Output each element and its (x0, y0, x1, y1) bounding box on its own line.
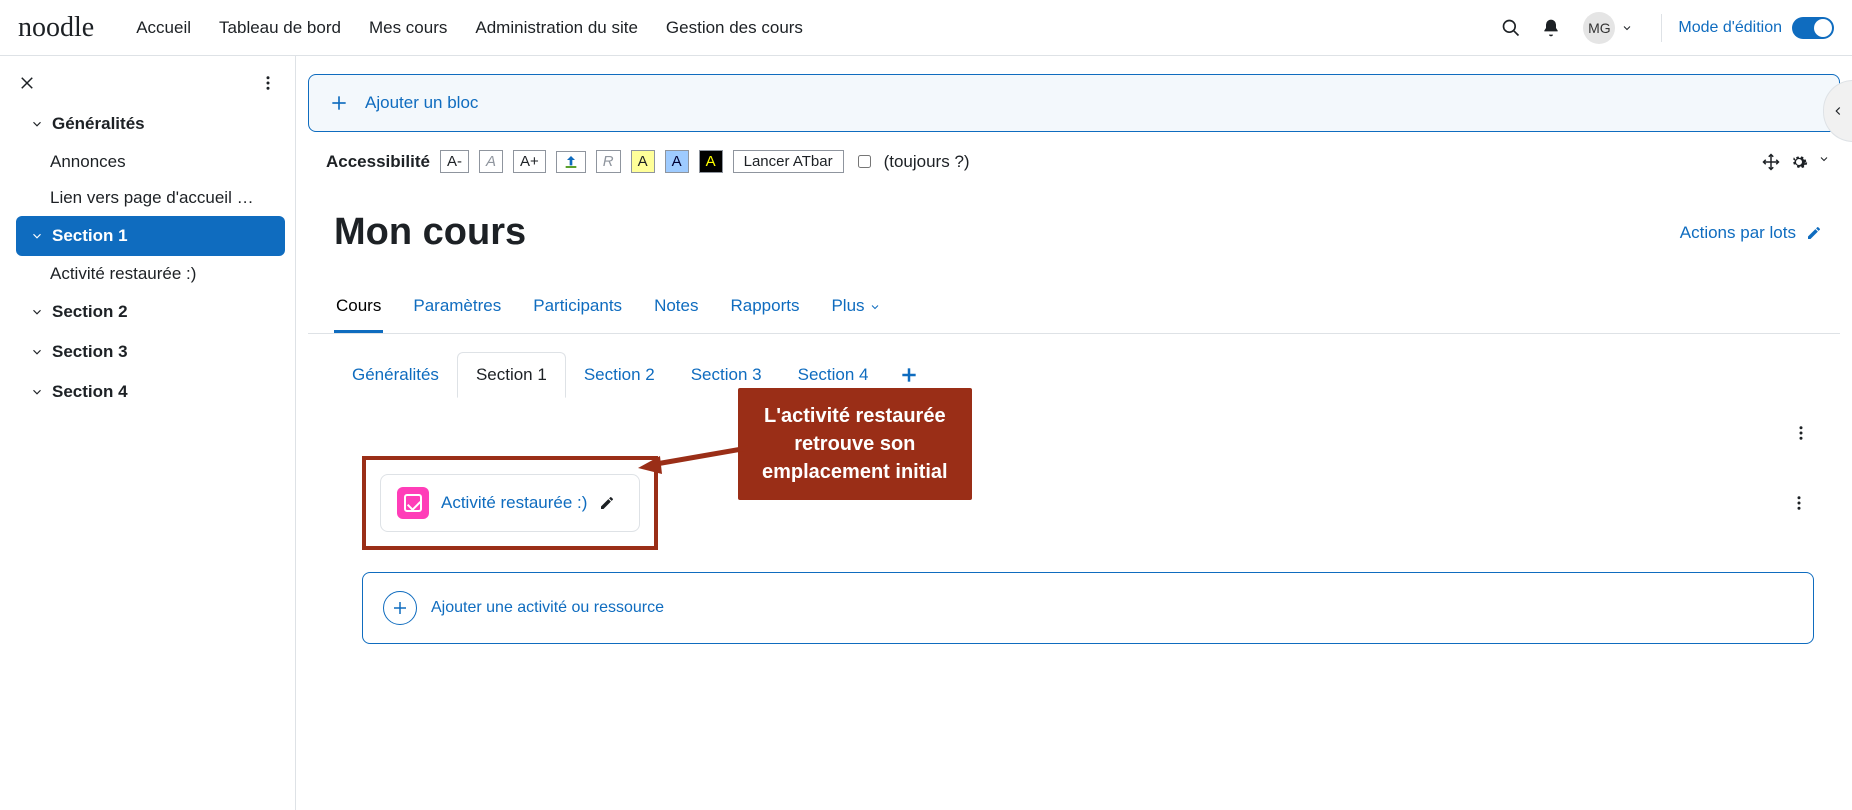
sidebar-item-annonces[interactable]: Annonces (16, 144, 276, 180)
plus-icon (899, 365, 919, 385)
page-title: Mon cours (334, 211, 526, 254)
sidebar-section-label: Section 4 (52, 382, 128, 402)
user-menu[interactable]: MG (1571, 12, 1645, 44)
kebab-icon[interactable] (1792, 424, 1810, 442)
scheme-black-button[interactable]: A (699, 150, 723, 173)
chevron-down-icon (1621, 22, 1633, 34)
atbar-always-checkbox[interactable] (858, 155, 871, 168)
tab-plus[interactable]: Plus (829, 282, 883, 333)
activity-row: Activité restaurée :) (362, 456, 1814, 550)
nav-gestion[interactable]: Gestion des cours (652, 18, 817, 38)
activity-type-icon (397, 487, 429, 519)
top-navbar: noodle Accueil Tableau de bord Mes cours… (0, 0, 1852, 56)
atbar-always-label: (toujours ?) (884, 152, 970, 172)
nav-accueil[interactable]: Accueil (122, 18, 205, 38)
tab-rapports[interactable]: Rapports (728, 282, 801, 333)
sidebar-item-lien[interactable]: Lien vers page d'accueil Moo… (16, 180, 276, 216)
accessibility-label: Accessibilité (326, 152, 430, 172)
bell-icon[interactable] (1531, 10, 1571, 46)
chevron-down-icon (30, 345, 44, 359)
nav-mescours[interactable]: Mes cours (355, 18, 461, 38)
kebab-icon[interactable] (259, 74, 277, 92)
sidebar-section-label: Section 2 (52, 302, 128, 322)
add-activity-label: Ajouter une activité ou ressource (431, 599, 664, 617)
chevron-down-icon (30, 229, 44, 243)
nav-admin[interactable]: Administration du site (461, 18, 652, 38)
annotation-line3: emplacement initial (762, 461, 948, 483)
sidebar-section-1[interactable]: Section 1 (16, 216, 285, 256)
font-reset-button[interactable]: A (479, 150, 503, 173)
font-decrease-button[interactable]: A- (440, 150, 469, 173)
section-tabs: Généralités Section 1 Section 2 Section … (308, 334, 1840, 398)
section-tab-generalites[interactable]: Généralités (334, 353, 457, 397)
gear-icon[interactable] (1790, 153, 1808, 171)
top-nav-links: Accueil Tableau de bord Mes cours Admini… (122, 18, 817, 38)
annotation-line1: L'activité restaurée (764, 405, 946, 427)
atbar-launch-button[interactable]: Lancer ATbar (733, 150, 844, 173)
bulk-actions-label: Actions par lots (1680, 223, 1796, 243)
close-drawer-icon[interactable] (18, 74, 36, 92)
course-nav-tabs: Cours Paramètres Participants Notes Rapp… (308, 282, 1840, 334)
font-increase-button[interactable]: A+ (513, 150, 546, 173)
tab-plus-label: Plus (831, 296, 864, 315)
accessibility-block: Accessibilité A- A A+ R A A A Lancer ATb… (326, 150, 1830, 173)
scheme-reset-button[interactable]: R (596, 150, 621, 173)
editmode-label: Mode d'édition (1678, 19, 1782, 37)
scheme-save-button[interactable] (556, 151, 586, 173)
add-activity-button[interactable]: Ajouter une activité ou ressource (362, 572, 1814, 644)
chevron-down-icon (30, 117, 44, 131)
tab-cours[interactable]: Cours (334, 282, 383, 333)
activity-link[interactable]: Activité restaurée :) (441, 493, 587, 513)
sidebar-section-2[interactable]: Section 2 (16, 292, 285, 332)
edit-mode-toggle[interactable]: Mode d'édition (1678, 17, 1834, 39)
sidebar-section-4[interactable]: Section 4 (16, 372, 285, 412)
logo[interactable]: noodle (18, 12, 94, 44)
annotation-highlight-box: Activité restaurée :) (362, 456, 658, 550)
search-icon[interactable] (1491, 10, 1531, 46)
chevron-down-icon (30, 305, 44, 319)
main-content: Ajouter un bloc Accessibilité A- A A+ R … (296, 56, 1852, 810)
section-tab-2[interactable]: Section 2 (566, 353, 673, 397)
tab-participants[interactable]: Participants (531, 282, 624, 333)
pencil-icon (1806, 225, 1822, 241)
plus-icon (383, 591, 417, 625)
scheme-blue-button[interactable]: A (665, 150, 689, 173)
annotation-callout: L'activité restaurée retrouve son emplac… (738, 388, 972, 500)
toggle-switch-icon[interactable] (1792, 17, 1834, 39)
scheme-yellow-button[interactable]: A (631, 150, 655, 173)
chevron-down-icon[interactable] (1818, 153, 1830, 165)
nav-tableau[interactable]: Tableau de bord (205, 18, 355, 38)
section-tab-1[interactable]: Section 1 (457, 352, 566, 398)
tab-parametres[interactable]: Paramètres (411, 282, 503, 333)
save-icon (563, 154, 579, 170)
divider (1661, 14, 1662, 42)
sidebar-section-label: Section 1 (52, 226, 128, 246)
user-initials: MG (1588, 20, 1611, 36)
annotation-line2: retrouve son (794, 433, 915, 455)
chevron-left-icon (1831, 104, 1845, 118)
sidebar-section-3[interactable]: Section 3 (16, 332, 285, 372)
avatar: MG (1583, 12, 1615, 44)
course-index-sidebar: Généralités Annonces Lien vers page d'ac… (0, 56, 296, 810)
annotation-arrow-icon (638, 438, 748, 478)
move-icon[interactable] (1762, 153, 1780, 171)
chevron-down-icon (869, 301, 881, 313)
add-block-label: Ajouter un bloc (365, 93, 478, 113)
plus-icon (329, 93, 349, 113)
add-block-button[interactable]: Ajouter un bloc (308, 74, 1840, 132)
tab-notes[interactable]: Notes (652, 282, 700, 333)
sidebar-section-label: Généralités (52, 114, 145, 134)
pencil-icon[interactable] (599, 495, 615, 511)
chevron-down-icon (30, 385, 44, 399)
sidebar-section-label: Section 3 (52, 342, 128, 362)
sidebar-section-generalites[interactable]: Généralités (16, 104, 285, 144)
sidebar-item-activite[interactable]: Activité restaurée :) (16, 256, 276, 292)
bulk-actions-button[interactable]: Actions par lots (1680, 223, 1822, 243)
kebab-icon[interactable] (1790, 494, 1808, 512)
